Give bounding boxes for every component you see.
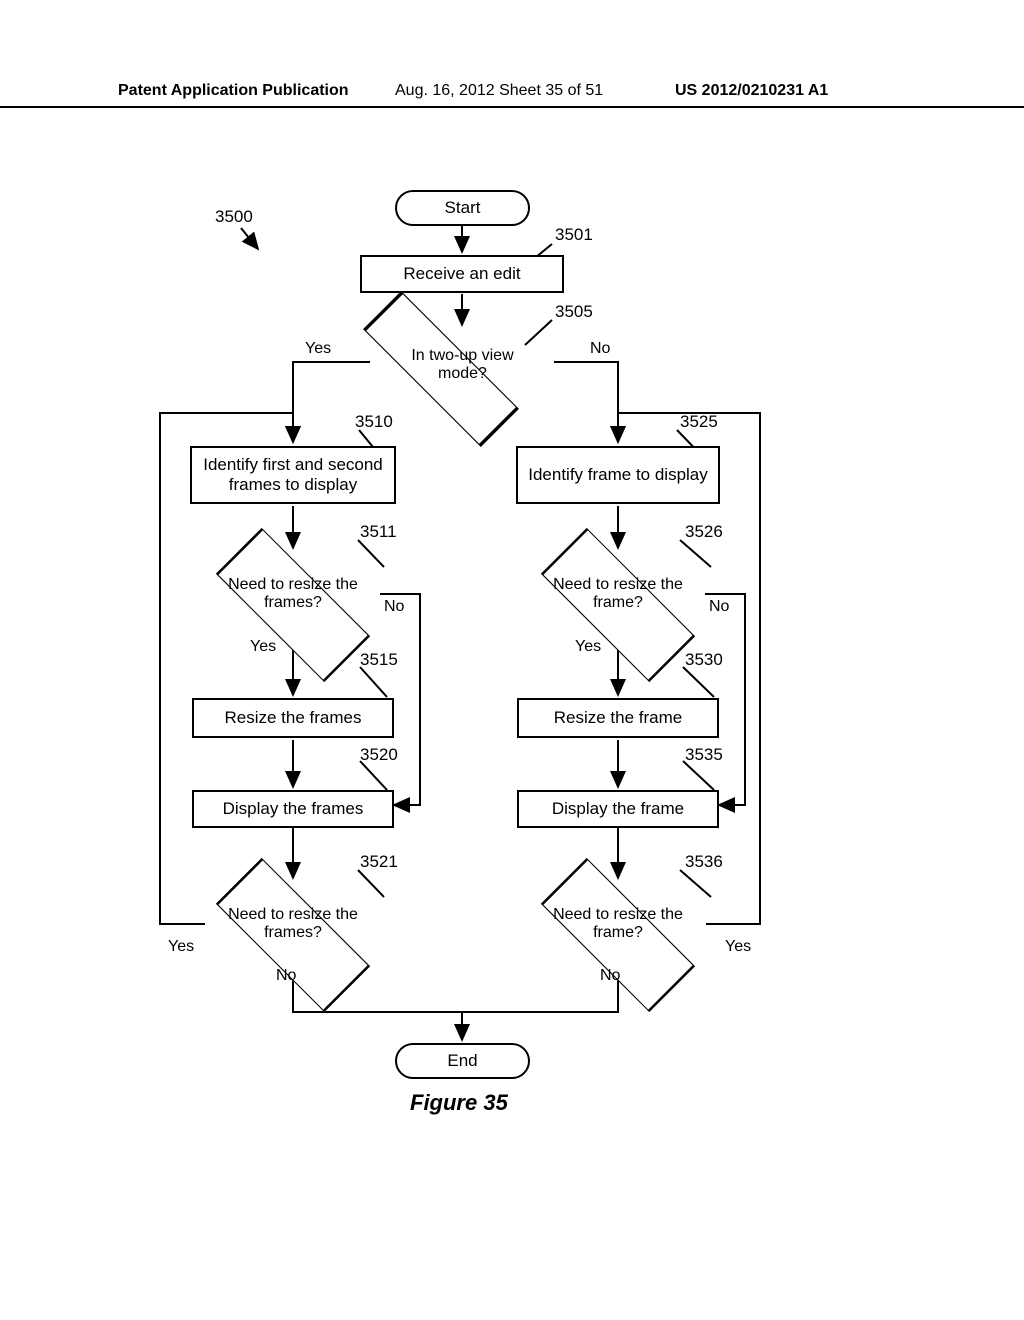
text-identify-one: Identify frame to display (528, 465, 708, 485)
ref-3535: 3535 (685, 745, 723, 765)
ref-3530: 3530 (685, 650, 723, 670)
no-3536: No (600, 967, 620, 985)
decision-resize-frame-1 (541, 528, 695, 682)
process-identify-one: Identify frame to display (516, 446, 720, 504)
yes-3521: Yes (168, 938, 194, 956)
flowchart: Start 3500 3501 Receive an edit 3505 In … (0, 0, 1024, 1320)
ref-3510: 3510 (355, 412, 393, 432)
ref-3521: 3521 (360, 852, 398, 872)
process-resize-frames: Resize the frames (192, 698, 394, 738)
ref-3500: 3500 (215, 207, 253, 227)
text-resize-frames: Resize the frames (225, 708, 362, 728)
text-identify-two: Identify first and second frames to disp… (198, 455, 388, 496)
text-display-frames: Display the frames (223, 799, 364, 819)
end-label: End (447, 1051, 477, 1071)
no-3511: No (384, 598, 404, 616)
ref-3526: 3526 (685, 522, 723, 542)
process-display-frames: Display the frames (192, 790, 394, 828)
page: Patent Application Publication Aug. 16, … (0, 0, 1024, 1320)
decision-resize-frames-2 (216, 858, 370, 1012)
ref-3536: 3536 (685, 852, 723, 872)
process-receive-edit: Receive an edit (360, 255, 564, 293)
start-label: Start (445, 198, 481, 218)
process-resize-frame: Resize the frame (517, 698, 719, 738)
text-resize-frame: Resize the frame (554, 708, 683, 728)
process-display-frame: Display the frame (517, 790, 719, 828)
yes-two-up: Yes (305, 340, 331, 358)
ref-3505: 3505 (555, 302, 593, 322)
ref-3511: 3511 (360, 522, 397, 542)
no-two-up: No (590, 340, 610, 358)
ref-3520: 3520 (360, 745, 398, 765)
end-terminal: End (395, 1043, 530, 1079)
ref-3501: 3501 (555, 225, 593, 245)
start-terminal: Start (395, 190, 530, 226)
text-display-frame: Display the frame (552, 799, 684, 819)
yes-3536: Yes (725, 938, 751, 956)
process-identify-two: Identify first and second frames to disp… (190, 446, 396, 504)
text-receive-edit: Receive an edit (403, 264, 520, 284)
no-3526: No (709, 598, 729, 616)
figure-caption: Figure 35 (410, 1090, 508, 1116)
ref-3525: 3525 (680, 412, 718, 432)
yes-3511: Yes (250, 638, 276, 656)
decision-resize-frames-1 (216, 528, 370, 682)
ref-3515: 3515 (360, 650, 398, 670)
yes-3526: Yes (575, 638, 601, 656)
decision-resize-frame-2 (541, 858, 695, 1012)
no-3521: No (276, 967, 296, 985)
